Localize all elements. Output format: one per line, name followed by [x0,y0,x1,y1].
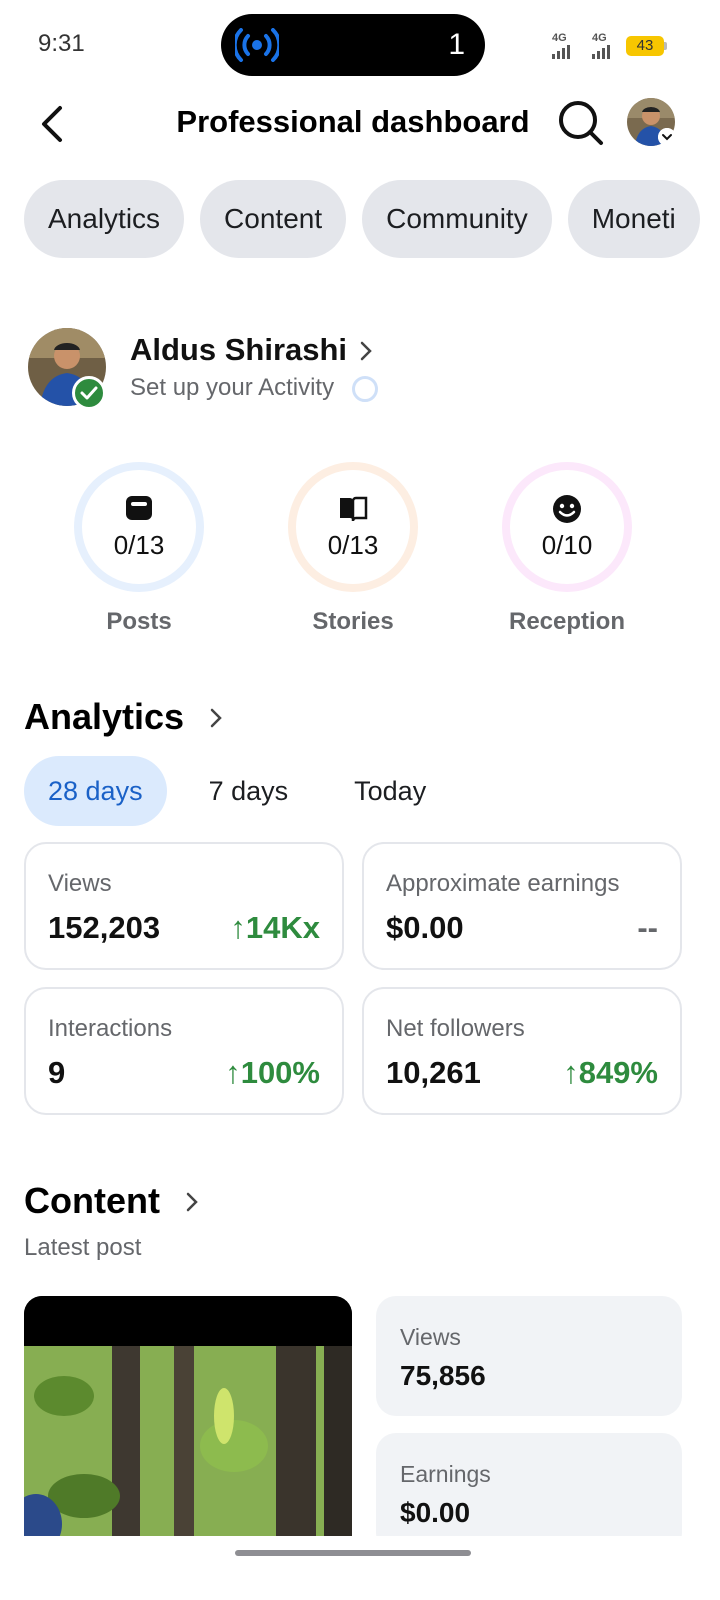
reception-ring: 0/10 [502,462,632,592]
bottom-bar-background [0,1536,720,1600]
views-card[interactable]: Views 152,203 ↑14Kx [24,842,344,970]
card-change: ↑14Kx [230,910,320,945]
stories-value: 0/13 [327,529,379,560]
profile-row[interactable]: Aldus Shirashi Set up your Activity [28,328,688,412]
book-icon [340,496,368,521]
battery-icon: 43 [626,36,664,56]
card-change: ↑100% [225,1055,320,1090]
date-range-tabs: 28 days 7 days Today [24,756,468,826]
stat-value: $0.00 [400,1497,471,1528]
stories-label: Stories [312,608,394,635]
chevron-right-icon[interactable] [184,1190,200,1214]
section-tabs: Analytics Content Community Moneti [24,180,720,258]
activity-reception[interactable]: 0/10 Reception [482,462,652,636]
signal-2-icon: 4G [592,32,610,59]
header: Professional dashboard [0,92,720,156]
card-value: 10,261 [386,1055,481,1090]
home-indicator[interactable] [235,1550,471,1556]
tab-analytics[interactable]: Analytics [24,180,185,258]
latest-views-box[interactable]: Views 75,856 [376,1296,682,1416]
status-time: 9:31 [38,30,85,57]
content-title[interactable]: Content [24,1180,160,1222]
stat-label: Earnings [400,1461,491,1487]
range-today[interactable]: Today [330,756,450,826]
battery-tip [664,42,667,50]
posts-ring: 0/13 [74,462,204,592]
latest-earnings-box[interactable]: Earnings $0.00 [376,1433,682,1553]
stat-label: Views [400,1324,461,1350]
tab-monetization[interactable]: Moneti [567,180,700,258]
tab-content[interactable]: Content [200,180,347,258]
chevron-down-icon [658,128,676,146]
live-count: 1 [448,28,465,61]
card-value: 152,203 [48,910,161,945]
stories-ring: 0/13 [288,462,418,592]
posts-label: Posts [106,608,172,635]
reception-value: 0/10 [541,529,593,560]
card-label: Views [48,870,112,897]
card-value: $0.00 [386,910,464,945]
post-icon [126,495,152,520]
range-28-days[interactable]: 28 days [24,756,167,826]
activity-rings: 0/13 Posts 0/13 Stories 0/10 Reception [0,462,720,652]
signal-1-icon: 4G [552,32,570,59]
analytics-title[interactable]: Analytics [24,696,184,738]
status-bar: 9:31 1 4G 4G 43 [0,0,720,90]
card-label: Approximate earnings [386,870,620,897]
search-icon[interactable] [556,98,604,146]
earnings-card[interactable]: Approximate earnings $0.00 -- [362,842,682,970]
latest-post-thumbnail[interactable] [24,1296,352,1540]
smile-icon [553,494,581,523]
activity-stories[interactable]: 0/13 Stories [268,462,438,636]
range-7-days[interactable]: 7 days [185,756,313,826]
progress-ring-icon [352,376,378,402]
verified-check-icon [72,376,106,410]
reception-label: Reception [508,608,625,635]
chevron-right-icon [360,341,372,361]
card-change: ↑849% [563,1055,658,1090]
net-followers-card[interactable]: Net followers 10,261 ↑849% [362,987,682,1115]
posts-value: 0/13 [113,529,165,560]
card-change: -- [637,910,658,945]
broadcast-icon [235,28,279,62]
latest-post-label: Latest post [24,1234,142,1261]
card-label: Interactions [48,1015,173,1042]
activity-posts[interactable]: 0/13 Posts [54,462,224,636]
interactions-card[interactable]: Interactions 9 ↑100% [24,987,344,1115]
chevron-right-icon[interactable] [208,706,224,730]
profile-subtitle: Set up your Activity [130,374,335,401]
card-value: 9 [48,1055,66,1090]
profile-name: Aldus Shirashi [130,332,348,367]
card-label: Net followers [386,1015,525,1042]
tab-community[interactable]: Community [362,180,552,258]
live-activity-pill[interactable]: 1 [221,14,485,76]
stat-value: 75,856 [400,1360,486,1391]
